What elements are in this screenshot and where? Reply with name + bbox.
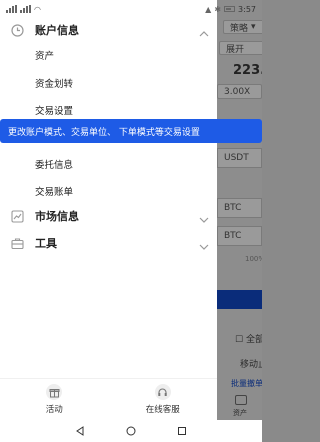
support-label: 在线客服 (145, 405, 180, 415)
all-label: ☐ 全部 (235, 332, 262, 345)
expand-pill: 展开 (219, 41, 262, 55)
clock-icon (10, 23, 24, 37)
recents-icon[interactable] (177, 426, 187, 436)
percent-label: 100% (245, 255, 262, 263)
btc-label-1: BTC (224, 203, 242, 213)
usdt-label: USDT (224, 153, 249, 163)
status-time: 3:57 (238, 4, 256, 14)
status-left: ◠ (6, 5, 41, 14)
notification-icon: ▲ (205, 4, 212, 14)
leverage-pill: 3.00X (217, 84, 262, 99)
trade-settings-tooltip: 更改账户模式、交易单位、 下单模式等交易设置 (0, 119, 262, 143)
headset-icon (154, 384, 171, 400)
btc-label-2: BTC (224, 231, 242, 241)
all-text: 全部 (245, 335, 262, 345)
bluetooth-icon: ✱ (214, 4, 222, 14)
toolbox-icon (10, 236, 24, 250)
price-value: 223.5 (233, 63, 262, 78)
gift-icon (46, 384, 63, 400)
leverage-label: 3.00X (224, 86, 251, 97)
wifi-icon: ◠ (34, 4, 41, 14)
activity-label: 活动 (45, 405, 63, 415)
menu-item-orders[interactable]: 委托信息 (35, 157, 73, 171)
status-bar: ◠ ▲ ✱ 3:57 (0, 0, 262, 18)
usdt-pill: USDT (217, 148, 262, 168)
section-title: 市场信息 (35, 210, 79, 223)
menu-item-fund-transfer[interactable]: 资金划转 (35, 76, 73, 90)
battery-icon (224, 6, 236, 12)
status-right: ▲ ✱ 3:57 (205, 5, 256, 14)
chevron-down-icon[interactable] (199, 210, 209, 223)
chevron-up-icon[interactable] (199, 24, 209, 37)
strategy-pill: 策略 ▾ (223, 20, 262, 34)
section-account-info[interactable]: 账户信息 (0, 15, 217, 45)
signal-2-icon (20, 5, 31, 13)
move-up-label: 移动止盈 (240, 360, 262, 370)
online-support-button[interactable]: 在线客服 (109, 379, 218, 420)
strategy-label: 策略 (230, 23, 249, 34)
section-title: 账户信息 (35, 24, 79, 37)
menu-item-trade-bills[interactable]: 交易账单 (35, 184, 73, 198)
system-nav-bar (0, 420, 262, 442)
batch-cancel-label: 批量撤单 (231, 379, 262, 388)
assets-label: 资产 (233, 409, 247, 417)
back-icon[interactable] (75, 426, 85, 436)
drawer-footer: 活动 在线客服 (0, 378, 217, 420)
section-tools[interactable]: 工具 (0, 228, 217, 258)
all-box-icon: ☐ (235, 335, 244, 345)
section-title: 工具 (35, 237, 57, 250)
background-app: 策略▾ 展开 223.5 3.00X USDT BTC BTC 100% ☐ 全… (217, 0, 262, 420)
menu-item-trade-settings[interactable]: 交易设置 (35, 103, 73, 117)
submit-bar (217, 290, 262, 309)
activity-button[interactable]: 活动 (0, 379, 109, 420)
home-icon[interactable] (126, 426, 136, 436)
btc-pill-1: BTC (217, 198, 262, 218)
expand-label: 展开 (226, 44, 245, 55)
side-drawer: 账户信息 资产 资金划转 交易设置 委托信息 交易账单 市场信息 工具 活动 在… (0, 0, 217, 442)
signal-icon (6, 5, 17, 13)
chevron-down-icon[interactable] (199, 237, 209, 250)
chart-icon (10, 209, 24, 223)
section-market-info[interactable]: 市场信息 (0, 201, 217, 231)
btc-pill-2: BTC (217, 226, 262, 246)
assets-icon (235, 395, 247, 405)
menu-item-assets[interactable]: 资产 (35, 48, 54, 62)
